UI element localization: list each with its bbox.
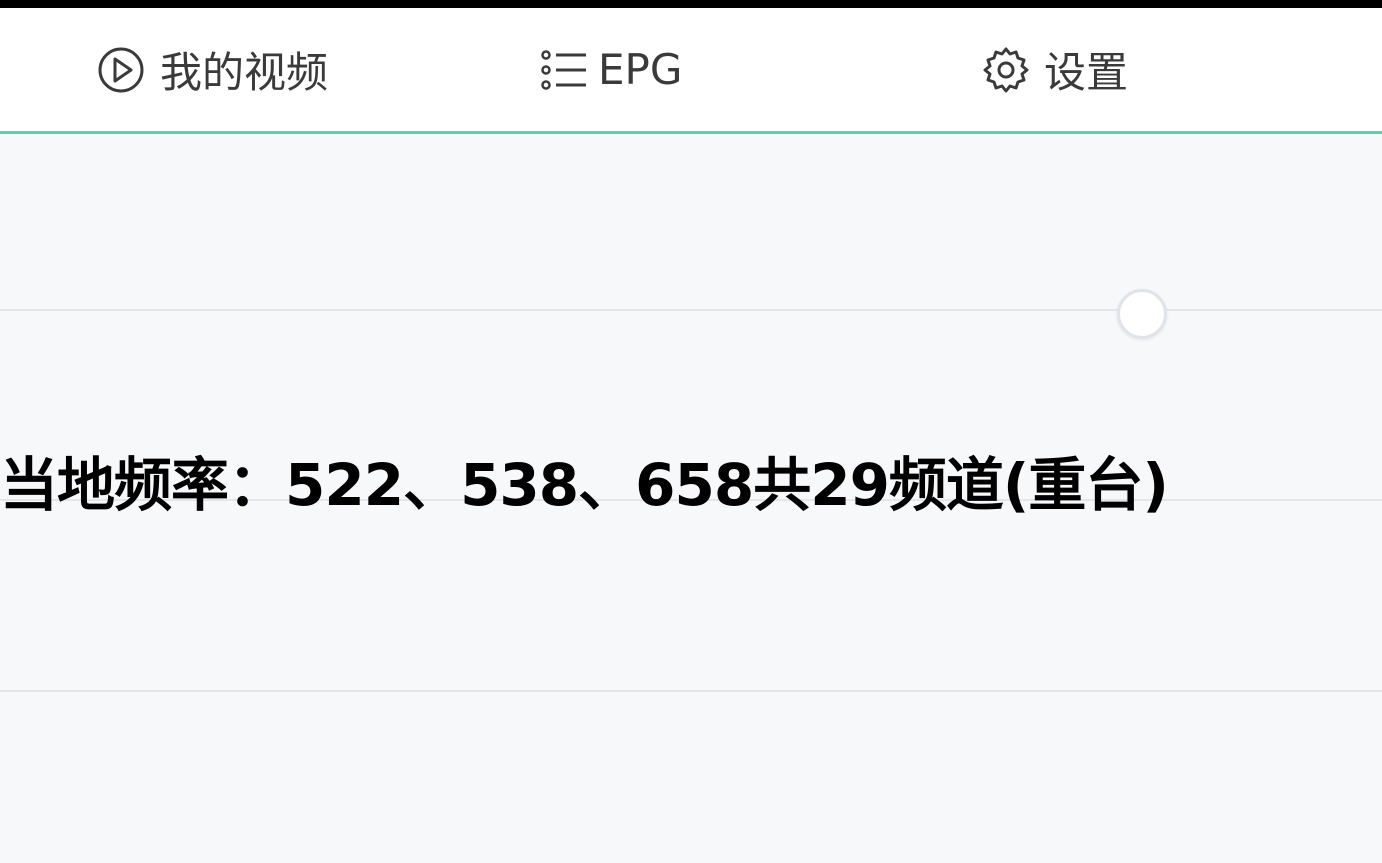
play-circle-icon	[96, 45, 146, 95]
status-bar	[0, 0, 1382, 8]
radio-button[interactable]	[1117, 289, 1167, 339]
tab-epg[interactable]: EPG	[540, 8, 682, 131]
tab-settings[interactable]: 设置	[982, 8, 1128, 131]
tab-my-videos-label: 我的视频	[160, 48, 329, 97]
tab-epg-label: EPG	[598, 45, 683, 94]
list-divider	[0, 690, 1382, 692]
list-icon	[540, 46, 588, 94]
tab-settings-label: 设置	[1044, 48, 1129, 97]
tab-my-videos[interactable]: 我的视频	[96, 8, 328, 131]
content-area: 当地频率：522、538、658共29频道(重台)	[0, 134, 1382, 863]
video-caption: 当地频率：522、538、658共29频道(重台)	[0, 451, 1169, 519]
gear-icon	[982, 46, 1030, 94]
app-screen: 我的视频 EPG 设置 当地频率：522、538、658共29频道(重台)	[0, 0, 1382, 863]
list-divider	[0, 309, 1382, 311]
